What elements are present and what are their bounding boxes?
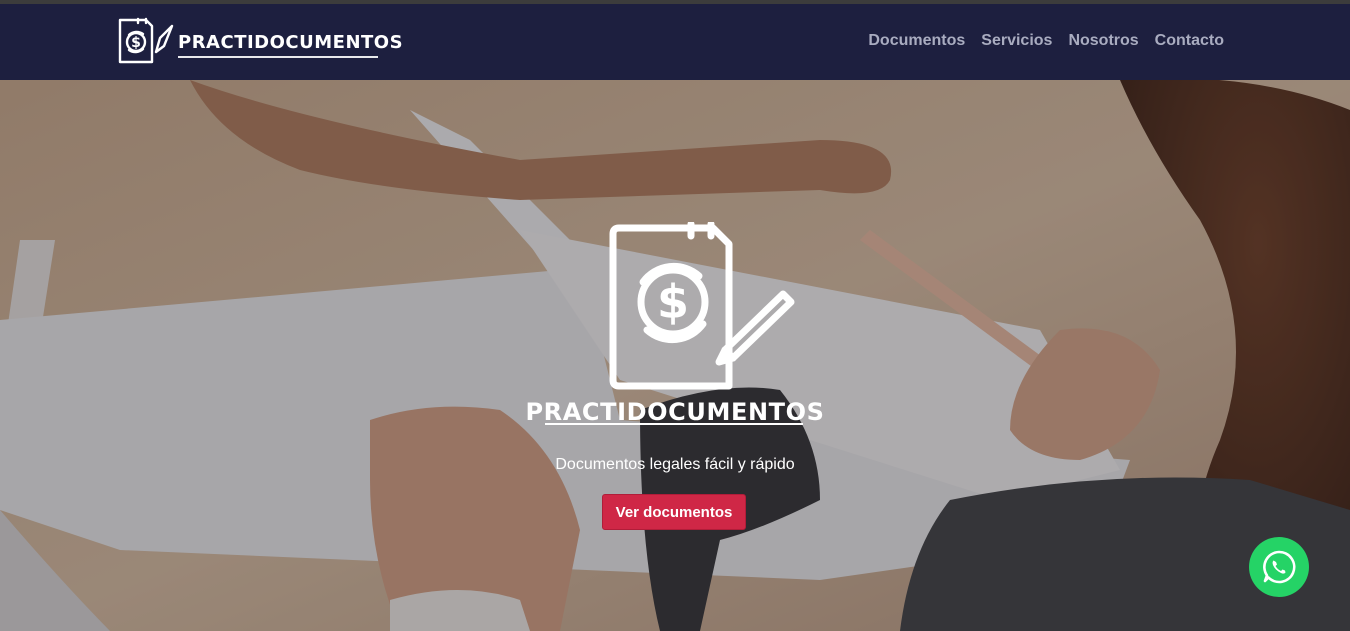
brand-underline xyxy=(178,55,378,58)
nav-item-documentos[interactable]: Documentos xyxy=(868,32,965,50)
nav-item-servicios[interactable]: Servicios xyxy=(981,32,1052,50)
whatsapp-icon xyxy=(1263,550,1296,584)
nav-item-nosotros[interactable]: Nosotros xyxy=(1068,32,1138,50)
page: $ PRACTIDOCUMENTOS Documentos Servicios … xyxy=(0,0,1350,631)
hero-content: $ PRACTIDOCUMENTOS Documentos legales fá… xyxy=(0,80,1350,631)
navbar: $ PRACTIDOCUMENTOS Documentos Servicios … xyxy=(0,4,1350,80)
svg-text:$: $ xyxy=(131,35,141,51)
document-dollar-icon: $ xyxy=(118,17,174,64)
brand-name: PRACTIDOCUMENTOS xyxy=(178,31,404,53)
hero-title: PRACTIDOCUMENTOS xyxy=(525,398,825,426)
ver-documentos-button[interactable]: Ver documentos xyxy=(602,494,746,530)
hero-section: $ PRACTIDOCUMENTOS Documentos legales fá… xyxy=(0,80,1350,631)
main-nav: Documentos Servicios Nosotros Contacto xyxy=(868,32,1224,50)
brand-logo-link[interactable]: $ PRACTIDOCUMENTOS xyxy=(116,16,403,68)
hero-title-underline xyxy=(545,423,803,425)
brand-wordmark: PRACTIDOCUMENTOS xyxy=(178,31,404,58)
nav-item-contacto[interactable]: Contacto xyxy=(1155,32,1224,50)
hero-tagline: Documentos legales fácil y rápido xyxy=(555,456,795,473)
hero-title-wrap: PRACTIDOCUMENTOS xyxy=(0,398,1350,426)
svg-text:$: $ xyxy=(657,275,689,329)
document-dollar-icon: $ xyxy=(609,222,795,390)
whatsapp-button[interactable] xyxy=(1249,537,1309,597)
